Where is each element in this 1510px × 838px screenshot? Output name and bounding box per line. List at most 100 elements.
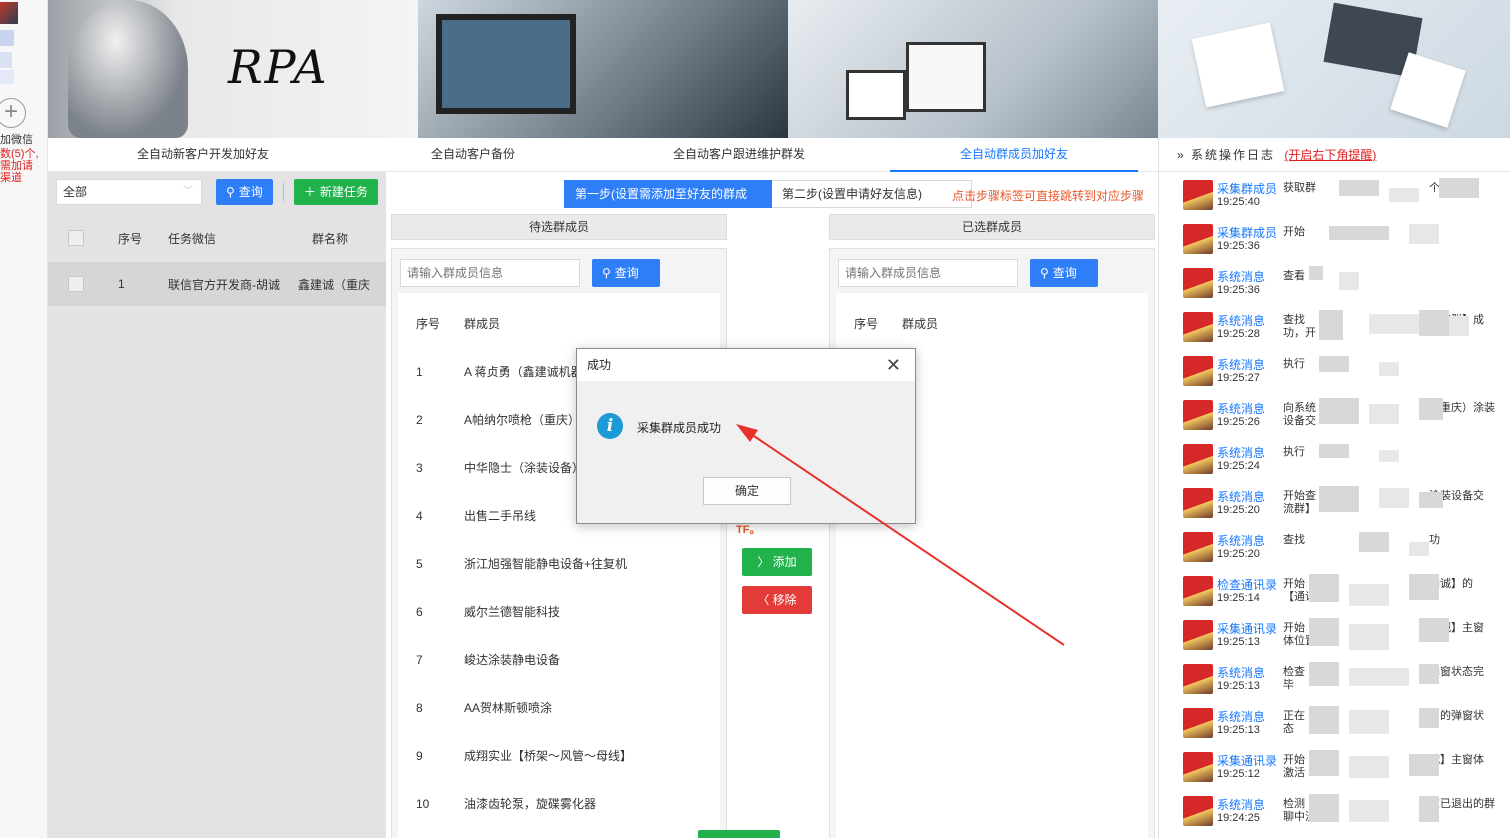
log-time: 19:25:36 bbox=[1217, 240, 1260, 252]
rpa-logo: RPA bbox=[228, 40, 329, 94]
document-illustration bbox=[1191, 22, 1285, 108]
feature-tabs: 全自动新客户开发加好友 全自动客户备份 全自动客户跟进维护群发 全自动群成员加好… bbox=[48, 138, 1158, 172]
log-time: 19:25:14 bbox=[1217, 592, 1260, 604]
redacted-block bbox=[1409, 754, 1439, 776]
new-task-button[interactable]: ＋ 新建任务 bbox=[293, 179, 378, 205]
list-item[interactable]: 3 中华隐士（涂装设备） bbox=[416, 459, 584, 476]
redacted-block bbox=[1329, 226, 1389, 240]
double-chevron-right-icon[interactable]: » bbox=[1177, 148, 1186, 162]
log-time: 19:25:27 bbox=[1217, 372, 1260, 384]
next-step-button[interactable] bbox=[698, 830, 780, 838]
list-item[interactable]: 7 峻达涂装静电设备 bbox=[416, 651, 560, 668]
chevron-down-icon: ﹀ bbox=[183, 186, 193, 197]
list-item[interactable]: 4 出售二手吊线 bbox=[416, 507, 536, 524]
log-time: 19:25:26 bbox=[1217, 416, 1260, 428]
log-type: 采集通讯录 bbox=[1217, 754, 1278, 768]
search-icon: ⚲ bbox=[226, 185, 235, 199]
list-item[interactable]: 10 油漆齿轮泵，旋碟雾化器 bbox=[416, 795, 596, 812]
wizard-steps: 第一步(设置需添加至好友的群成员) 第二步(设置申请好友信息) bbox=[564, 180, 972, 227]
log-type: 采集群成员 bbox=[1217, 226, 1278, 240]
pending-search-input[interactable] bbox=[400, 259, 580, 287]
log-message-tail: 】的弹窗状 bbox=[1429, 710, 1484, 722]
log-time: 19:25:13 bbox=[1217, 636, 1260, 648]
tab-group-member-add-friends[interactable]: 全自动群成员加好友 bbox=[890, 138, 1138, 172]
selected-members-list: ⚲ 查询 序号 群成员 bbox=[829, 248, 1155, 838]
dialog-footer: 确定 bbox=[577, 477, 915, 523]
banner: RPA bbox=[48, 0, 1510, 138]
step-1-tab[interactable]: 第一步(设置需添加至好友的群成员) bbox=[564, 180, 772, 227]
pending-members-list: ⚲ 查询 序号 群成员 1A 蒋贞勇（鑫建诚机器 2A帕纳尔喷枪（重庆） 3中华隐… bbox=[391, 248, 727, 838]
list-item[interactable]: 2 A帕纳尔喷枪（重庆） bbox=[416, 411, 580, 428]
redacted-block bbox=[1389, 188, 1419, 202]
task-filter-bar: 全部 ﹀ ⚲ 查询 ＋ 新建任务 bbox=[56, 178, 378, 206]
log-item: 采集通讯录 19:25:12 开始 激活 诚】主窗体 bbox=[1183, 750, 1510, 788]
log-item: 系统消息 19:25:27 执行 bbox=[1183, 354, 1510, 392]
log-item: 系统消息 19:25:20 开始查 流群】 涂装设备交 bbox=[1183, 486, 1510, 524]
blurred-avatar bbox=[0, 52, 12, 68]
selected-query-button[interactable]: ⚲ 查询 bbox=[1030, 259, 1098, 287]
redacted-block bbox=[1319, 310, 1343, 340]
redacted-block bbox=[1409, 224, 1439, 244]
log-type: 采集通讯录 bbox=[1217, 622, 1278, 636]
log-item: 系统消息 19:25:13 正在 态】的弹窗状 bbox=[1183, 706, 1510, 744]
account-count-hint: 数(5)个, 需加请 渠道 bbox=[0, 148, 39, 184]
redacted-block bbox=[1419, 310, 1449, 336]
log-time: 19:25:28 bbox=[1217, 328, 1260, 340]
add-wechat-icon[interactable]: + bbox=[0, 98, 26, 128]
list-item[interactable]: 9 成翔实业【桥架～风管～母线】 bbox=[416, 747, 632, 764]
remove-member-button[interactable]: 〈 移除 bbox=[742, 586, 812, 614]
ok-button[interactable]: 确定 bbox=[703, 477, 791, 505]
select-all-checkbox[interactable] bbox=[68, 230, 84, 246]
log-type: 系统消息 bbox=[1217, 270, 1266, 284]
redacted-block bbox=[1309, 794, 1339, 822]
log-time: 19:25:40 bbox=[1217, 196, 1260, 208]
avatar[interactable] bbox=[0, 2, 18, 24]
banner-image-robot-computer bbox=[418, 0, 788, 138]
task-filter-select[interactable]: 全部 ﹀ bbox=[56, 179, 202, 205]
dialog-title: 成功 bbox=[587, 358, 612, 372]
redacted-block bbox=[1349, 668, 1409, 686]
row-group-name: 鑫建诚（重庆 bbox=[298, 277, 371, 292]
list-item[interactable]: 6 威尔兰德智能科技 bbox=[416, 603, 560, 620]
task-query-button[interactable]: ⚲ 查询 bbox=[216, 179, 273, 205]
step-2-tab[interactable]: 第二步(设置申请好友信息) bbox=[772, 180, 972, 208]
column-header-member: 群成员 bbox=[902, 317, 939, 331]
redacted-block bbox=[1379, 362, 1399, 376]
column-header-no: 序号 bbox=[854, 317, 879, 331]
tab-customer-backup[interactable]: 全自动客户备份 bbox=[358, 138, 588, 172]
enable-reminder-link[interactable]: (开启右下角提醒) bbox=[1284, 148, 1376, 162]
avatar bbox=[1183, 444, 1213, 474]
blurred-avatar bbox=[0, 30, 14, 46]
table-row[interactable]: 1 联信官方开发商-胡诚 鑫建诚（重庆 bbox=[48, 262, 386, 306]
pending-query-button[interactable]: ⚲ 查询 bbox=[592, 259, 660, 287]
selected-search-input[interactable] bbox=[838, 259, 1018, 287]
redacted-block bbox=[1339, 180, 1379, 196]
tab-customer-followup-broadcast[interactable]: 全自动客户跟进维护群发 bbox=[588, 138, 890, 172]
log-item: 采集通讯录 19:25:13 开始 体位置 胡诚】主窗 bbox=[1183, 618, 1510, 656]
log-type: 系统消息 bbox=[1217, 446, 1266, 460]
log-message-tail: 诚】主窗体 bbox=[1429, 754, 1484, 766]
row-checkbox[interactable] bbox=[68, 276, 84, 292]
log-time: 19:25:12 bbox=[1217, 768, 1260, 780]
log-item: 系统消息 19:24:25 检测 聊中没 在已退出的群 bbox=[1183, 794, 1510, 832]
redacted-block bbox=[1419, 664, 1439, 684]
redacted-block bbox=[1349, 584, 1389, 606]
list-item[interactable]: 5 浙江旭强智能静电设备+往复机 bbox=[416, 555, 627, 572]
log-type: 系统消息 bbox=[1217, 798, 1266, 812]
redacted-block bbox=[1449, 316, 1469, 336]
selected-table-header: 序号 群成员 bbox=[854, 315, 938, 332]
list-item[interactable]: 8 AA贺林斯顿喷涂 bbox=[416, 699, 552, 716]
close-icon[interactable]: ✕ bbox=[886, 349, 901, 381]
log-item: 系统消息 19:25:26 向系统 设备交 （重庆）涂装 bbox=[1183, 398, 1510, 436]
log-time: 19:25:13 bbox=[1217, 680, 1260, 692]
step-tip: 点击步骤标签可直接跳转到对应步骤 bbox=[952, 189, 1145, 203]
selected-members-title: 已选群成员 bbox=[829, 214, 1155, 240]
add-member-button[interactable]: 〉 添加 bbox=[742, 548, 812, 576]
log-message-tail: 胡诚】的 bbox=[1429, 578, 1473, 590]
log-item: 采集群成员 19:25:36 开始 bbox=[1183, 222, 1510, 260]
log-item: 系统消息 19:25:13 检查 毕弹窗状态完 bbox=[1183, 662, 1510, 700]
chevron-left-icon: 〈 bbox=[757, 593, 770, 607]
avatar bbox=[1183, 268, 1213, 298]
list-item[interactable]: 1A 蒋贞勇（鑫建诚机器 bbox=[416, 363, 583, 380]
tab-new-customer-add-friends[interactable]: 全自动新客户开发加好友 bbox=[48, 138, 358, 172]
